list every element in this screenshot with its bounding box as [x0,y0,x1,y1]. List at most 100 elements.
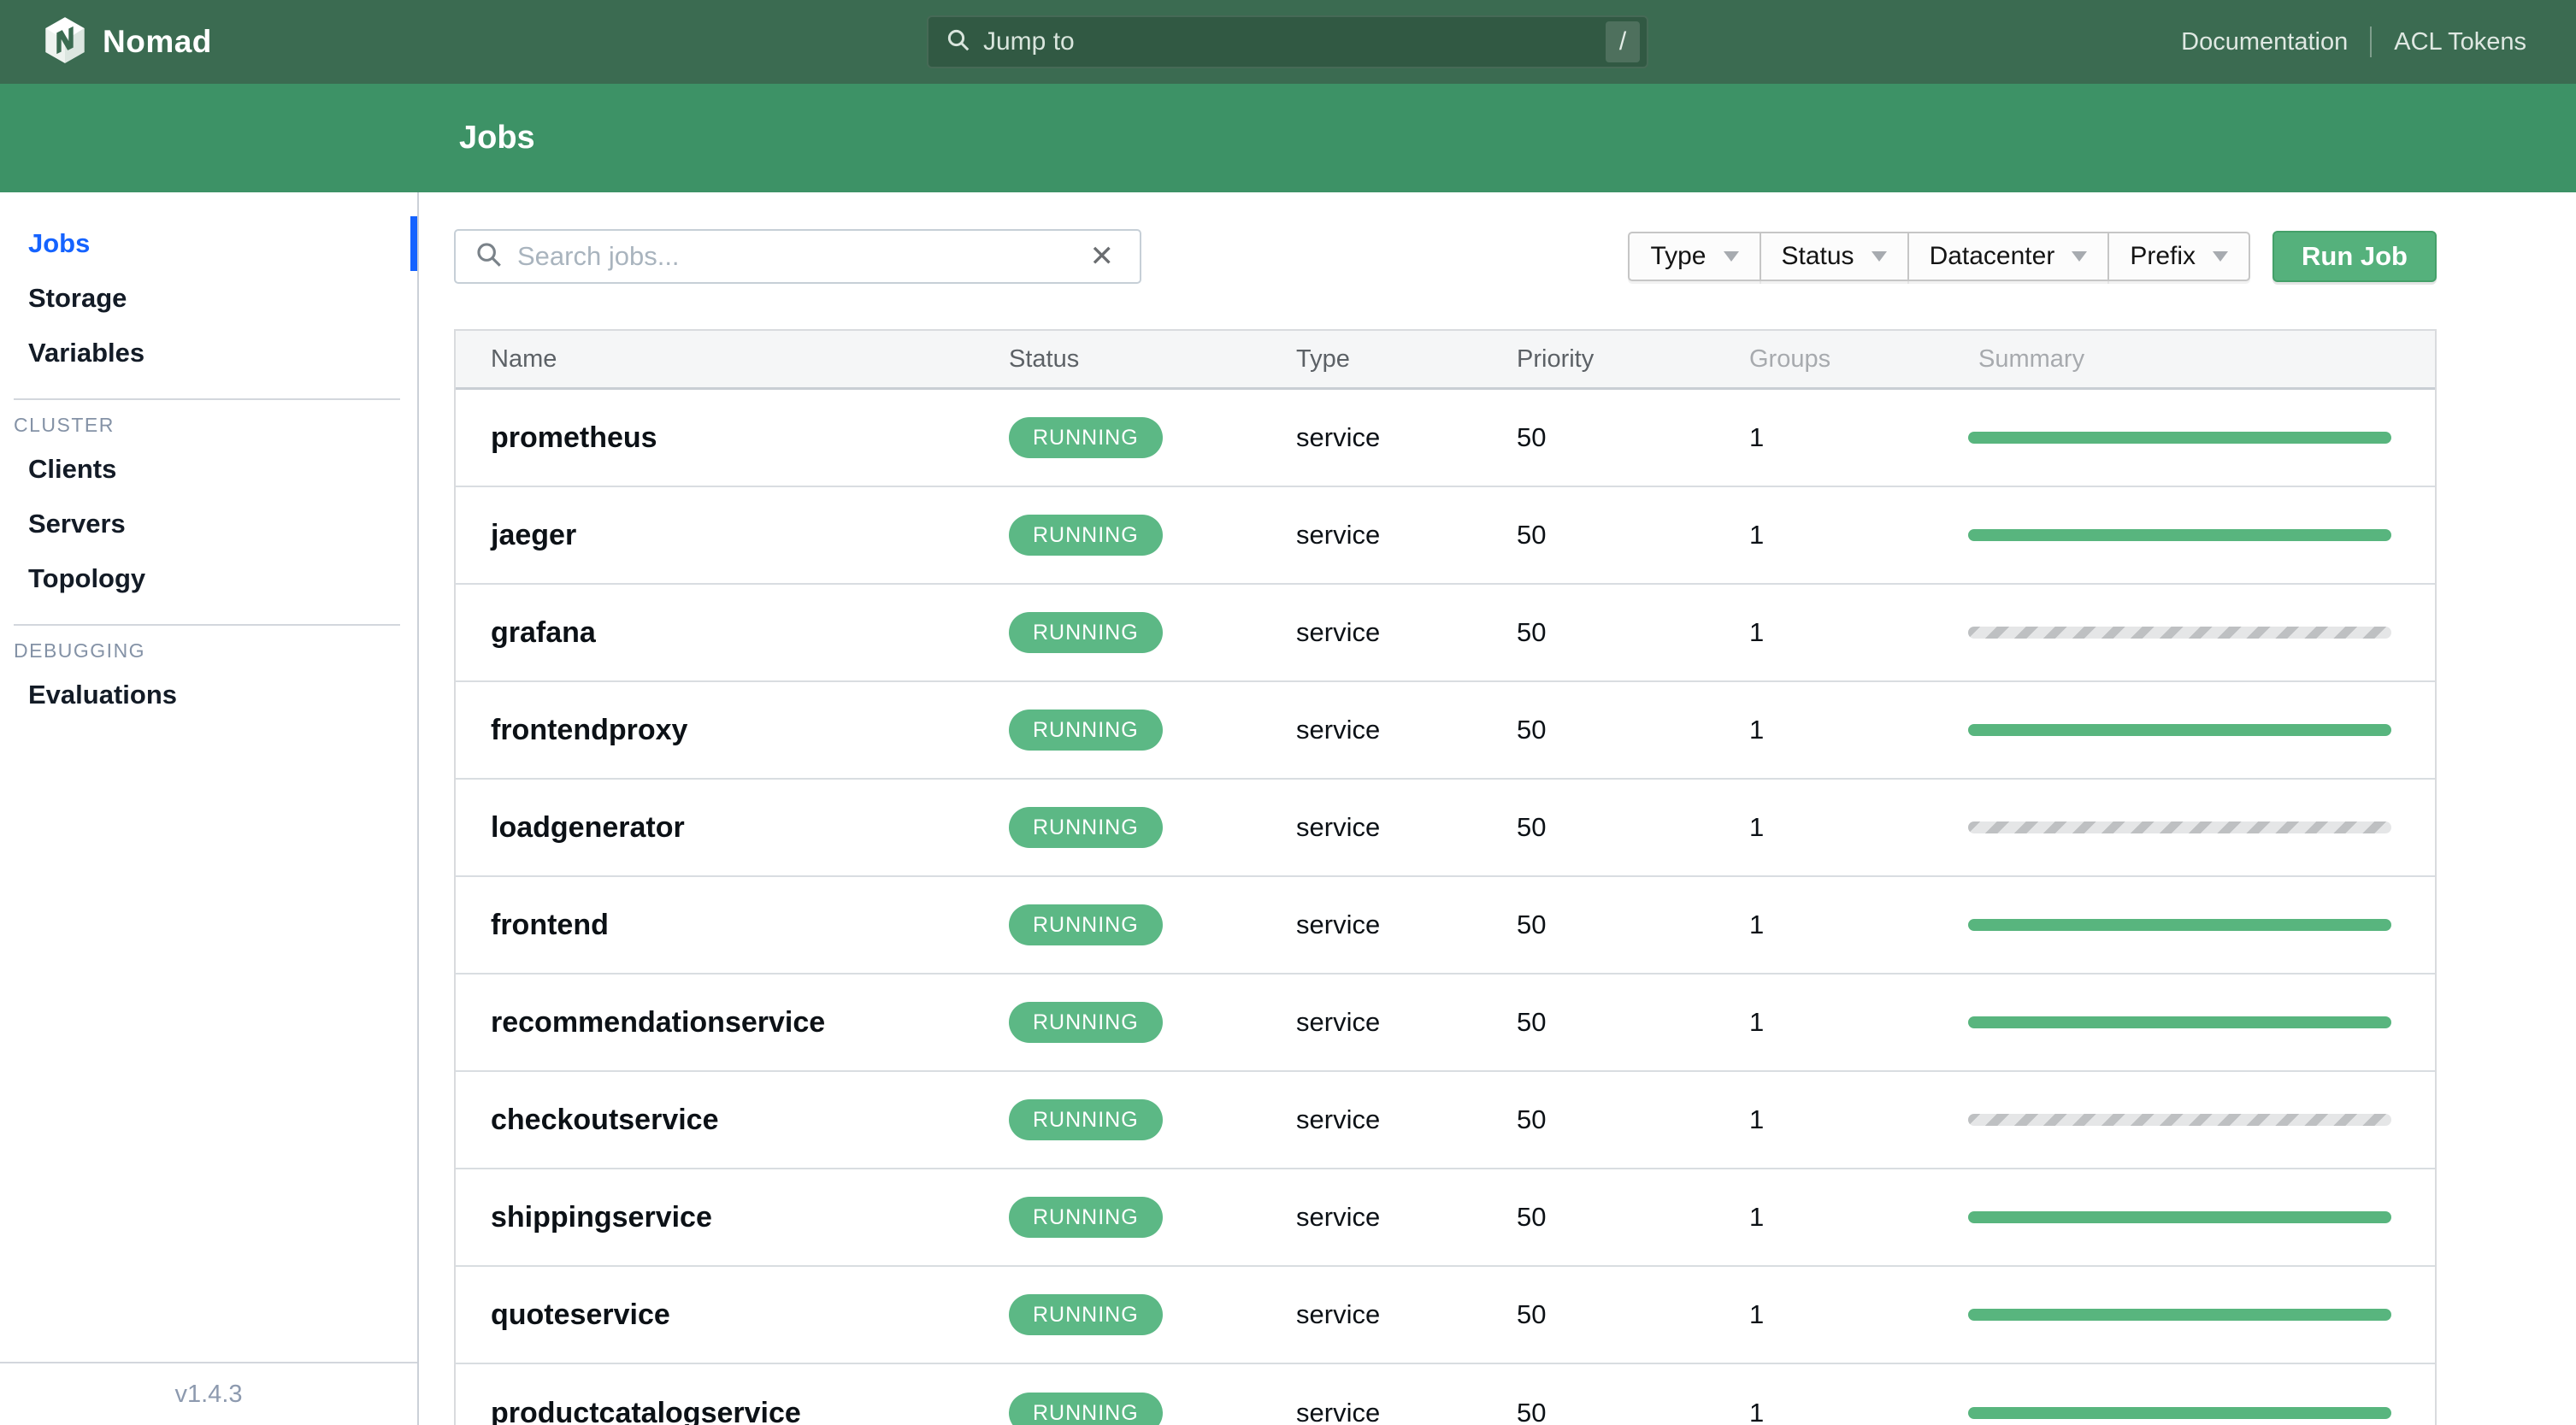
job-name-link[interactable]: frontendproxy [491,714,687,746]
sidebar-item-clients[interactable]: Clients [0,442,417,497]
main-content: ✕ Type Status Datacenter Prefix [419,192,2576,1425]
table-row[interactable]: loadgenerator RUNNING service 50 1 [456,780,2435,877]
clear-search-button[interactable]: ✕ [1082,242,1123,271]
table-row[interactable]: recommendationservice RUNNING service 50… [456,975,2435,1072]
job-name-link[interactable]: loadgenerator [491,811,685,844]
table-row[interactable]: quoteservice RUNNING service 50 1 [456,1267,2435,1364]
job-groups: 1 [1749,1398,1765,1425]
job-name-link[interactable]: shippingservice [491,1201,712,1234]
column-header-name[interactable]: Name [456,345,1009,374]
filter-label: Prefix [2130,242,2196,270]
jobs-toolbar: ✕ Type Status Datacenter Prefix [454,229,2437,284]
job-groups: 1 [1749,422,1765,452]
search-jobs-input[interactable] [517,241,1082,272]
job-type: service [1296,715,1381,745]
summary-bar [1968,1114,2391,1126]
status-badge: RUNNING [1009,1002,1163,1043]
summary-bar [1968,432,2391,444]
slash-shortcut-badge: / [1606,21,1640,62]
filter-group: Type Status Datacenter Prefix [1628,232,2250,281]
job-groups: 1 [1749,1299,1765,1329]
chevron-down-icon [2072,251,2088,262]
sidebar-item-jobs[interactable]: Jobs [0,216,417,271]
job-name-link[interactable]: prometheus [491,421,657,454]
nav-separator [2370,26,2373,57]
filter-datacenter-dropdown[interactable]: Datacenter [1907,232,2110,281]
sidebar-divider [14,624,400,626]
job-type: service [1296,520,1381,550]
top-navbar: Nomad Jump to / Documentation ACL Tokens [0,0,2576,84]
status-badge: RUNNING [1009,1197,1163,1238]
chevron-down-icon [1871,251,1887,262]
job-name-link[interactable]: recommendationservice [491,1006,825,1039]
table-row[interactable]: grafana RUNNING service 50 1 [456,585,2435,682]
job-type: service [1296,1104,1381,1134]
job-priority: 50 [1517,617,1547,647]
sidebar-item-evaluations[interactable]: Evaluations [0,668,417,722]
table-row[interactable]: shippingservice RUNNING service 50 1 [456,1169,2435,1267]
summary-bar [1968,529,2391,541]
sidebar-section-cluster: CLUSTER [14,414,115,436]
filter-type-dropdown[interactable]: Type [1628,232,1761,281]
status-badge: RUNNING [1009,710,1163,751]
jump-to-search[interactable]: Jump to / [927,15,1648,68]
job-groups: 1 [1749,617,1765,647]
job-type: service [1296,422,1381,452]
sidebar-item-variables[interactable]: Variables [0,326,417,380]
documentation-link[interactable]: Documentation [2181,28,2348,56]
table-row[interactable]: checkoutservice RUNNING service 50 1 [456,1072,2435,1169]
job-name-link[interactable]: checkoutservice [491,1104,719,1136]
job-name-link[interactable]: productcatalogservice [491,1397,801,1425]
job-name-link[interactable]: quoteservice [491,1298,670,1331]
column-header-summary: Summary [1978,344,2085,373]
column-header-status[interactable]: Status [1009,345,1296,374]
version-label: v1.4.3 [0,1362,417,1425]
column-header-priority[interactable]: Priority [1517,345,1749,374]
brand-name: Nomad [103,24,212,59]
sidebar-item-servers[interactable]: Servers [0,497,417,551]
job-name-link[interactable]: jaeger [491,519,576,551]
job-type: service [1296,910,1381,939]
filter-prefix-dropdown[interactable]: Prefix [2107,232,2250,281]
sidebar-item-storage[interactable]: Storage [0,271,417,326]
job-groups: 1 [1749,520,1765,550]
table-row[interactable]: frontendproxy RUNNING service 50 1 [456,682,2435,780]
summary-bar [1968,1016,2391,1028]
column-header-groups: Groups [1749,344,1831,373]
sidebar-item-topology[interactable]: Topology [0,551,417,606]
job-type: service [1296,617,1381,647]
column-header-type[interactable]: Type [1296,345,1517,374]
summary-bar [1968,627,2391,639]
summary-bar [1968,1309,2391,1321]
sidebar-divider [14,398,400,400]
table-row[interactable]: frontend RUNNING service 50 1 [456,877,2435,975]
job-name-link[interactable]: grafana [491,616,596,649]
sidebar-section-debugging: DEBUGGING [14,639,146,662]
acl-tokens-link[interactable]: ACL Tokens [2394,28,2526,56]
nomad-brand[interactable]: Nomad [43,16,212,68]
table-row[interactable]: prometheus RUNNING service 50 1 [456,390,2435,487]
status-badge: RUNNING [1009,417,1163,458]
status-badge: RUNNING [1009,1294,1163,1335]
filter-status-dropdown[interactable]: Status [1759,232,1909,281]
sidebar: Jobs Storage Variables CLUSTER Clients S… [0,192,419,1425]
filter-label: Type [1650,242,1707,270]
job-priority: 50 [1517,1007,1547,1037]
run-job-button[interactable]: Run Job [2272,231,2437,282]
job-groups: 1 [1749,715,1765,745]
jobs-table: Name Status Type Priority Groups Summary… [454,329,2437,1425]
job-priority: 50 [1517,715,1547,745]
search-icon [475,240,504,274]
job-priority: 50 [1517,520,1547,550]
job-groups: 1 [1749,1007,1765,1037]
table-body: prometheus RUNNING service 50 1 jaeger R… [456,390,2435,1425]
job-priority: 50 [1517,1104,1547,1134]
table-row[interactable]: productcatalogservice RUNNING service 50… [456,1364,2435,1425]
chevron-down-icon [2213,251,2228,262]
job-groups: 1 [1749,1202,1765,1232]
job-groups: 1 [1749,1104,1765,1134]
table-row[interactable]: jaeger RUNNING service 50 1 [456,487,2435,585]
status-badge: RUNNING [1009,807,1163,848]
status-badge: RUNNING [1009,1393,1163,1425]
job-name-link[interactable]: frontend [491,909,609,941]
